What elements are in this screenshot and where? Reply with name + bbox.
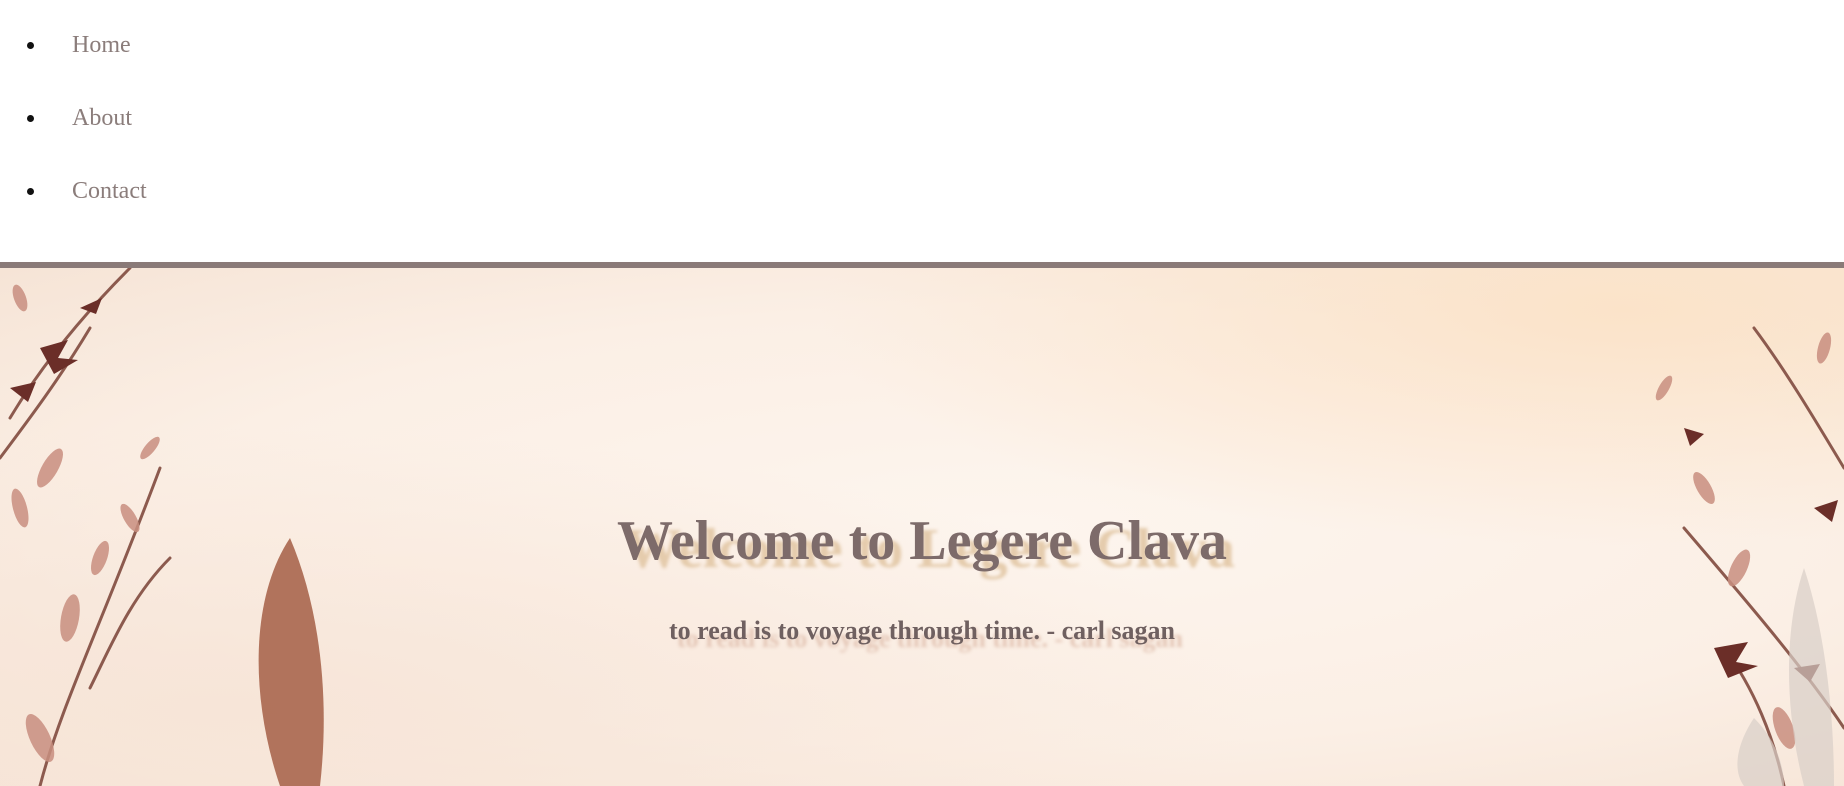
hero-title: Welcome to Legere Clava (616, 510, 1228, 572)
hero-content: Welcome to Legere Clava to read is to vo… (0, 506, 1844, 648)
top-navigation: Home About Contact (0, 0, 1844, 268)
hero-banner: Welcome to Legere Clava to read is to vo… (0, 268, 1844, 786)
nav-link-about[interactable]: About (72, 105, 132, 131)
bullet-dot-icon (27, 188, 34, 195)
nav-item-contact: Contact (0, 176, 147, 249)
nav-item-about: About (0, 103, 147, 176)
nav-item-home: Home (0, 30, 147, 103)
nav-list: Home About Contact (0, 30, 147, 249)
bullet-dot-icon (27, 115, 34, 122)
hero-quote: to read is to voyage through time. - car… (669, 616, 1175, 645)
nav-link-home[interactable]: Home (72, 32, 131, 58)
bullet-dot-icon (27, 42, 34, 49)
nav-link-contact[interactable]: Contact (72, 178, 147, 204)
